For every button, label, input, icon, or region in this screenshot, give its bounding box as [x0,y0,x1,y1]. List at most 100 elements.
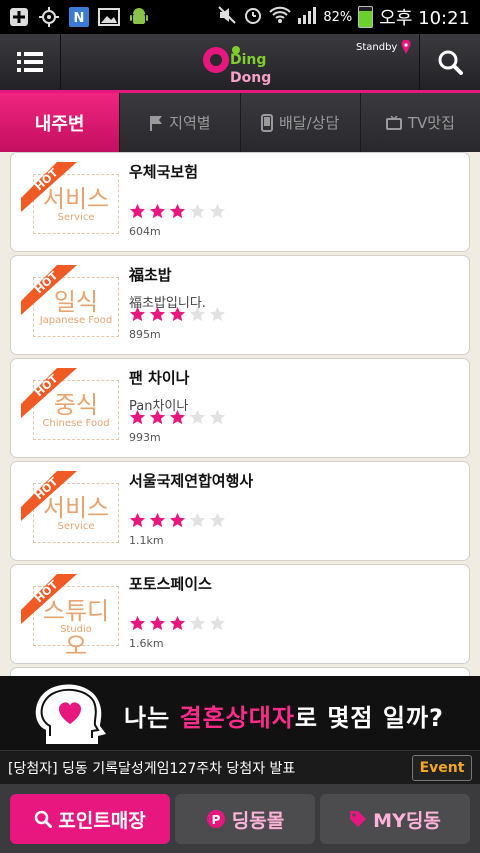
star-filled-icon [128,306,147,326]
banner-text-after: 로 몇점 일까? [294,704,444,732]
banner-text-before: 나는 [124,704,180,732]
category-label-en: Chinese Food [42,418,110,429]
menu-button[interactable] [0,34,61,90]
search-icon [438,50,463,75]
star-filled-icon [148,512,167,532]
star-empty-icon [188,409,207,429]
star-filled-icon [168,409,187,429]
rating-stars [128,306,227,326]
star-filled-icon [168,512,187,532]
bottom-nav: 포인트매장 P 딩동몰 MY딩동 [0,784,480,853]
banner-text: 나는 결혼상대자로 몇점 일까? [124,698,444,733]
clock: 오후 10:21 [379,8,470,29]
list-item[interactable]: 서비스 Service HOT 우체국보험 604m [10,152,470,252]
hot-ribbon: HOT [21,368,77,418]
mute-icon [217,5,237,29]
wifi-icon [269,5,292,29]
menu-icon [17,52,43,72]
category-tabs: 내주변 지역별 배달/상담 TV맛집 [0,90,480,152]
gps-icon [38,6,60,28]
star-filled-icon [148,306,167,326]
star-empty-icon [188,512,207,532]
search-button[interactable] [419,34,480,90]
list-item[interactable]: 중식 Chinese Food HOT 팬 차이나 Pan차이나 993m [10,358,470,458]
list-item[interactable]: 서비스 Service HOT 서울국제연합여행사 1.1km [10,461,470,561]
star-empty-icon [208,203,227,223]
star-filled-icon [128,409,147,429]
star-filled-icon [148,409,167,429]
star-empty-icon [188,306,207,326]
dingdong-logo[interactable]: Ding Dong [200,40,280,86]
list-item[interactable]: 일식 Japanese Food HOT 福초밥 福초밥입니다. 895m [10,255,470,355]
store-distance: 993m [129,431,161,444]
head-heart-icon [35,684,107,744]
star-empty-icon [188,615,207,635]
banner-text-highlight: 결혼상대자 [179,704,295,732]
list-item[interactable]: 스튜디오 Studio HOT 포토스페이스 1.6km [10,564,470,664]
star-filled-icon [128,203,147,223]
star-empty-icon [208,306,227,326]
rating-stars [128,409,227,429]
category-label-en: Service [57,521,95,532]
app-header: Ding Dong Standby [0,34,480,90]
category-label-en: Japanese Food [39,315,113,326]
tab-label: 지역별 [169,114,211,132]
star-empty-icon [208,409,227,429]
flag-icon [150,115,163,131]
alarm-icon [243,5,263,29]
list-item-partial[interactable] [10,667,470,676]
nav-dingdong-mall[interactable]: P 딩동몰 [175,794,315,844]
star-filled-icon [168,615,187,635]
search-icon [35,810,53,828]
store-name: 우체국보험 [129,163,199,181]
hot-ribbon: HOT [21,471,77,521]
svg-text:P: P [211,813,220,827]
n-icon: N [68,6,90,28]
star-empty-icon [188,203,207,223]
store-distance: 1.6km [129,637,164,650]
category-thumbnail: 중식 Chinese Food HOT [21,368,121,448]
rating-stars [128,615,227,635]
nav-point-store[interactable]: 포인트매장 [10,794,170,844]
star-filled-icon [128,512,147,532]
notice-ticker[interactable]: [당첨자] 딩동 기록달성게임127주차 당첨자 발표 Event [0,750,480,785]
store-list: 서비스 Service HOT 우체국보험 604m 일식 Japanese Food HOT… [10,152,470,676]
store-distance: 604m [129,225,161,238]
category-label-en: Service [57,212,95,223]
battery-percent: 82% [323,9,353,25]
tag-icon [350,811,367,827]
nav-label: 포인트매장 [58,809,146,832]
store-distance: 895m [129,328,161,341]
tab-label: TV맛집 [407,114,455,132]
tab-region[interactable]: 지역별 [119,93,240,152]
store-name: 福초밥 [129,266,172,284]
tab-label: 내주변 [34,113,85,135]
tab-delivery[interactable]: 배달/상담 [239,93,360,152]
tab-tv[interactable]: TV맛집 [359,93,480,152]
logo-line1: Ding [230,52,266,68]
category-thumbnail: 서비스 Service HOT [21,162,121,242]
image-icon [98,6,120,28]
standby-status[interactable]: Standby [356,39,411,54]
store-name: 팬 차이나 [129,369,190,387]
store-distance: 1.1km [129,534,164,547]
nav-my-dingdong[interactable]: MY딩동 [320,794,470,844]
star-filled-icon [148,203,167,223]
nav-label: 딩동몰 [231,809,285,832]
standby-label: Standby [356,42,398,53]
battery-icon [358,6,374,28]
hot-ribbon: HOT [21,162,77,212]
location-pin-icon [401,39,411,54]
hot-ribbon: HOT [21,265,77,315]
hot-ribbon: HOT [21,574,77,624]
event-button[interactable]: Event [412,755,472,781]
star-filled-icon [168,203,187,223]
status-bar: N 82% 오후 10:21 [0,0,480,34]
rating-stars [128,203,227,223]
tv-icon [385,115,402,130]
ad-banner[interactable]: 나는 결혼상대자로 몇점 일까? [0,676,480,750]
star-filled-icon [148,615,167,635]
ticker-text: [당첨자] 딩동 기록달성게임127주차 당첨자 발표 [8,761,296,777]
tab-nearby[interactable]: 내주변 [0,93,120,152]
phone-icon [260,113,273,132]
